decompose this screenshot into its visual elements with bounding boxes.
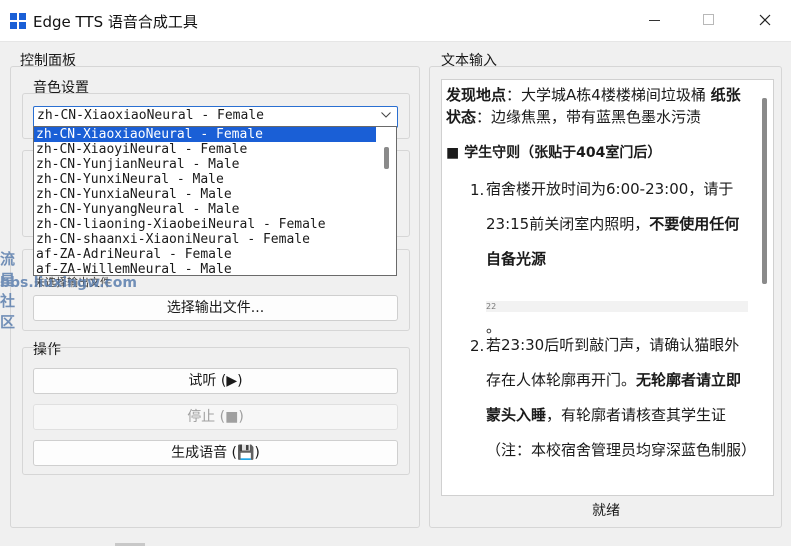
voice-select-value: zh-CN-XiaoxiaoNeural - Female bbox=[37, 108, 264, 123]
rule-item-2: 若23:30后听到敲门声，请确认猫眼外存在人体轮廓再开门。无轮廓者请立即蒙头入睡… bbox=[486, 336, 757, 459]
voice-option[interactable]: zh-CN-liaoning-XiaobeiNeural - Female bbox=[34, 217, 396, 232]
status-label: 就绪 bbox=[592, 503, 620, 519]
generate-button[interactable]: 生成语音 (💾) bbox=[33, 440, 398, 466]
voice-option[interactable]: zh-CN-XiaoxiaoNeural - Female bbox=[34, 127, 376, 142]
location-label: 发现地点 bbox=[446, 86, 507, 104]
window-title: Edge TTS 语音合成工具 bbox=[33, 13, 198, 31]
text-input-area[interactable]: 发现地点：大学城A栋4楼楼梯间垃圾桶 纸张状态：边缘焦黑，带有蓝黑色墨水污渍 ■… bbox=[441, 79, 774, 496]
voice-option[interactable]: af-ZA-AdriNeural - Female bbox=[34, 247, 396, 262]
app-icon bbox=[10, 13, 26, 29]
voice-option[interactable]: zh-CN-YunxiNeural - Male bbox=[34, 172, 396, 187]
voice-select[interactable]: zh-CN-XiaoxiaoNeural - Female bbox=[33, 106, 398, 128]
rules-heading: ■ 学生守则（张贴于404室门后） bbox=[446, 145, 662, 161]
maximize-button[interactable] bbox=[685, 0, 731, 41]
watermark-line2: bbs.liuxingw.com bbox=[0, 275, 137, 291]
text-scrollbar[interactable] bbox=[762, 98, 767, 284]
list-number: 2. bbox=[470, 337, 485, 355]
minimize-button[interactable] bbox=[632, 0, 678, 41]
voice-option[interactable]: zh-CN-shaanxi-XiaoniNeural - Female bbox=[34, 232, 396, 247]
title-bar: Edge TTS 语音合成工具 bbox=[0, 0, 791, 42]
list-number: 1. bbox=[470, 181, 485, 199]
dropdown-scrollbar[interactable] bbox=[384, 147, 389, 169]
close-button[interactable] bbox=[742, 0, 788, 41]
voice-option[interactable]: zh-CN-YunjianNeural - Male bbox=[34, 157, 396, 172]
choose-output-button[interactable]: 选择输出文件... bbox=[33, 295, 398, 321]
close-icon bbox=[759, 14, 771, 26]
voice-option[interactable]: af-ZA-WillemNeural - Male bbox=[34, 262, 396, 275]
preview-button[interactable]: 试听 (▶) bbox=[33, 368, 398, 394]
location-paragraph: 发现地点：大学城A栋4楼楼梯间垃圾桶 纸张状态：边缘焦黑，带有蓝黑色墨水污渍 bbox=[446, 86, 741, 126]
voice-option[interactable]: zh-CN-XiaoyiNeural - Female bbox=[34, 142, 396, 157]
stop-button[interactable]: 停止 (■) bbox=[33, 404, 398, 430]
chevron-down-icon bbox=[381, 112, 391, 118]
rule-item-1: 宿舍楼开放时间为6:00-23:00，请于23:15前关闭室内照明，不要使用任何… bbox=[486, 180, 740, 268]
code-block: 22 bbox=[486, 301, 748, 312]
voice-option[interactable]: zh-CN-YunyangNeural - Male bbox=[34, 202, 396, 217]
voice-option[interactable]: zh-CN-YunxiaNeural - Male bbox=[34, 187, 396, 202]
voice-dropdown-list[interactable]: zh-CN-XiaoxiaoNeural - Female zh-CN-Xiao… bbox=[33, 126, 397, 276]
